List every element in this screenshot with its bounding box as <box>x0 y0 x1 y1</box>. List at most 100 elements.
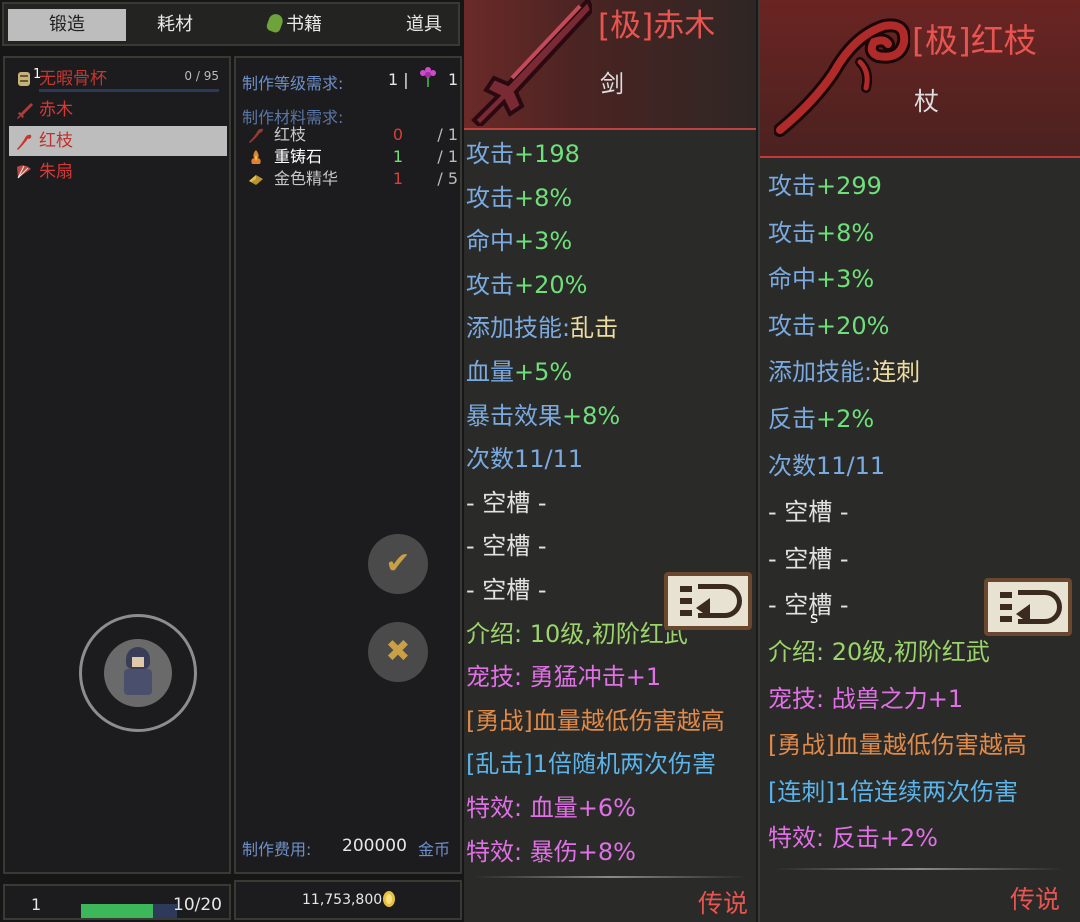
stat-value: 连刺 <box>872 358 921 387</box>
material-name: 重铸石 <box>274 147 323 166</box>
stat-value: +5% <box>514 358 573 386</box>
share-button[interactable] <box>664 572 752 630</box>
tab-forge[interactable]: 锻造 <box>8 9 126 41</box>
stat-value: +8% <box>816 218 875 247</box>
stat-value: +198 <box>514 140 580 168</box>
material-name: 红枝 <box>274 125 307 144</box>
stat-value: 血量越低伤害越高 <box>834 731 1027 760</box>
stat-label: 介绍: <box>466 619 523 648</box>
recipe-detail: 制作等级需求: 1 | 1 制作材料需求: 红枝 0 / 1 重铸石 1 / 1… <box>234 56 462 874</box>
fan-icon <box>17 165 31 179</box>
footer-divider <box>474 876 746 878</box>
list-item-name: 赤木 <box>39 100 73 120</box>
list-item-red-wood[interactable]: 赤木 <box>9 95 227 125</box>
stat-line: 特效: 暴伤+8% <box>466 832 636 867</box>
stat-line: 特效: 血量+6% <box>466 788 636 823</box>
stat-line: 攻击+198 <box>466 134 580 169</box>
list-item-red-branch[interactable]: 红枝 <box>9 126 227 156</box>
stat-value: +3% <box>514 227 573 256</box>
confirm-button[interactable]: ✔ <box>368 534 428 594</box>
share-arrow-tip <box>696 598 710 618</box>
stat-line: 攻击+299 <box>768 166 882 201</box>
stat-line: - 空槽 - <box>466 483 547 518</box>
stat-line: 攻击+8% <box>768 213 874 248</box>
stat-label: [连刺] <box>768 777 835 806</box>
stat-line: 添加技能:连刺 <box>768 352 920 387</box>
character-portrait-button[interactable] <box>79 614 197 732</box>
material-have: 1 <box>392 147 404 166</box>
stat-value: +8% <box>514 183 573 212</box>
stat-line: 宠技: 勇猛冲击+1 <box>466 657 661 692</box>
material-need: / 5 <box>437 169 458 188</box>
item-card-red-wood: [极]赤木 剑 攻击+198 攻击+8% 命中+3% 攻击+20% 添加技能:乱击 血量+… <box>464 0 756 922</box>
player-level: 1 <box>31 895 42 914</box>
item-title: [极]红枝 <box>912 21 1037 60</box>
stat-value: +8% <box>562 401 621 430</box>
header-divider <box>760 156 1080 158</box>
tab-items[interactable]: 道具 <box>374 9 474 41</box>
list-item-bone-cup[interactable]: 1 无暇骨杯 0 / 95 <box>9 64 227 94</box>
item-type: 杖 <box>914 87 940 116</box>
stat-line: - 空槽 - <box>768 492 849 527</box>
stat-line: [乱击]1倍随机两次伤害 <box>466 744 716 779</box>
stat-label: - 空槽 - <box>466 576 547 604</box>
recipe-list: 1 无暇骨杯 0 / 95 赤木 红枝 朱扇 <box>3 56 231 874</box>
stat-line: 攻击+20% <box>466 265 587 300</box>
stat-label: 攻击 <box>768 172 816 200</box>
avatar-body <box>124 669 152 695</box>
stat-value: +2% <box>816 405 875 433</box>
stat-label: 血量 <box>466 358 514 386</box>
avatar-face <box>132 657 144 667</box>
stat-value: 血量+6% <box>522 794 636 822</box>
cancel-button[interactable]: ✖ <box>368 622 428 682</box>
stat-label: 攻击 <box>768 311 816 340</box>
gold-coin-icon <box>383 891 395 907</box>
cost-value: 200000 <box>342 836 407 856</box>
stat-line: - 空槽 - <box>466 570 547 605</box>
cost-unit: 金币 <box>418 840 451 859</box>
card-header: [极]红枝 杖 <box>760 0 1080 158</box>
stat-line: 介绍: 20级,初阶红武 <box>768 632 990 667</box>
stat-label: 特效: <box>466 794 523 822</box>
rarity-label: 传说 <box>698 889 749 918</box>
staff-icon <box>774 18 910 137</box>
stat-value: 20级,初阶红武 <box>824 638 990 666</box>
stat-label: - 空槽 - <box>768 591 849 620</box>
stat-line: - 空槽 - <box>768 539 849 574</box>
stat-line: [勇战]血量越低伤害越高 <box>768 725 1027 760</box>
item-progress-bar <box>39 89 219 92</box>
cup-icon <box>18 72 30 86</box>
material-name: 金色精华 <box>274 169 339 188</box>
stat-label: 添加技能: <box>768 358 873 387</box>
stat-line: - 空槽 - <box>466 526 547 561</box>
tab-books[interactable]: 书籍 <box>240 9 350 41</box>
stat-label: - 空槽 - <box>768 544 849 573</box>
exp-bar <box>81 904 177 918</box>
header-divider <box>464 128 756 130</box>
stat-value: 战兽之力+1 <box>824 684 964 713</box>
tab-consumables[interactable]: 耗材 <box>120 9 230 41</box>
stat-line: - 空槽 - <box>768 585 849 620</box>
stat-label: [勇战] <box>768 731 835 760</box>
stat-value: 血量越低伤害越高 <box>532 706 725 735</box>
card-header: [极]赤木 剑 <box>464 0 756 130</box>
material-row: 金色精华 1 / 5 <box>248 168 458 190</box>
stat-label: 介绍: <box>768 638 825 666</box>
gold-amount: 11,753,800 <box>302 892 383 908</box>
stat-label: 宠技: <box>466 663 523 692</box>
stat-line: 暴击效果+8% <box>466 396 620 431</box>
item-title: [极]赤木 <box>598 8 716 44</box>
material-have: 0 <box>392 125 404 144</box>
stat-line: 次数11/11 <box>466 439 583 474</box>
item-card-red-branch: [极]红枝 杖 攻击+299 攻击+8% 命中+3% 攻击+20% 添加技能:连刺 反击+… <box>758 0 1080 922</box>
stat-line: 宠技: 战兽之力+1 <box>768 679 963 714</box>
stat-value: 11/11 <box>514 445 584 474</box>
list-item-vermilion-fan[interactable]: 朱扇 <box>9 157 227 187</box>
material-need: / 1 <box>437 125 458 144</box>
stat-label: 反击 <box>768 405 816 433</box>
footer-divider <box>774 868 1064 870</box>
share-icon-bar <box>1000 592 1012 598</box>
share-icon-bar <box>680 610 692 616</box>
share-button[interactable] <box>984 578 1072 636</box>
level-requirement-value: 1 | <box>388 70 409 89</box>
